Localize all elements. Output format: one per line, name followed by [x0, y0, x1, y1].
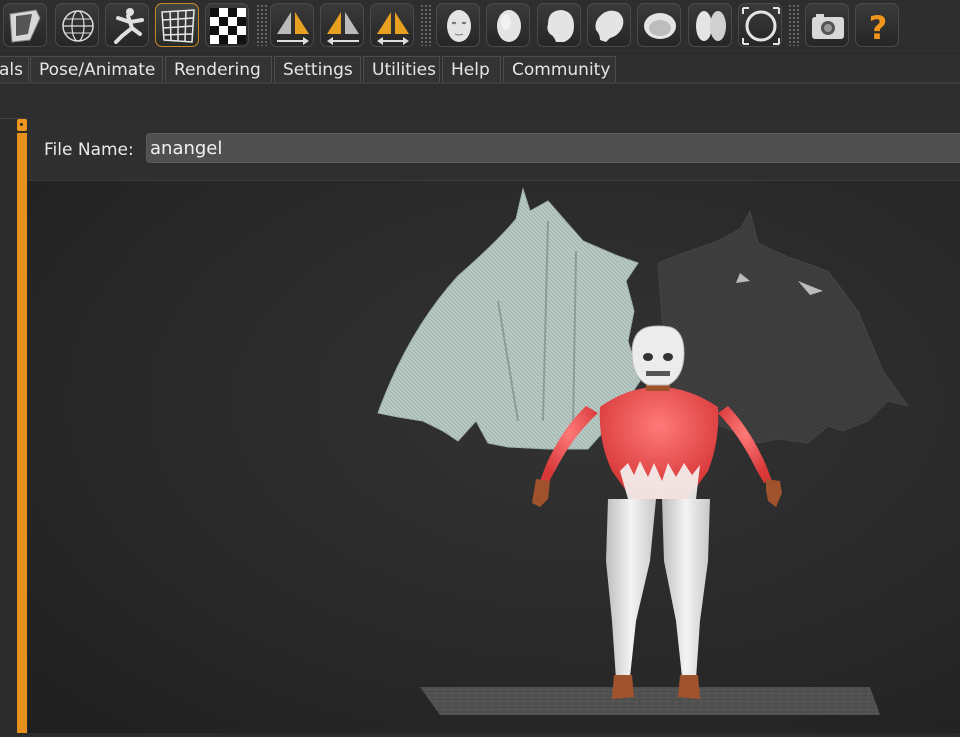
- menu-item-pose-animate[interactable]: Pose/Animate: [30, 56, 163, 82]
- toolbar-separator: [420, 4, 432, 46]
- panel-collapse-handle[interactable]: [17, 119, 27, 131]
- file-name-label: File Name:: [44, 140, 134, 160]
- wing-shape-icon: [9, 9, 41, 43]
- head-profile-button[interactable]: [587, 3, 631, 47]
- head-back-button[interactable]: [688, 3, 732, 47]
- camera-button[interactable]: [805, 3, 849, 47]
- fit-view-icon: [742, 7, 780, 45]
- wing-shape-button[interactable]: [3, 3, 47, 47]
- checkerboard-button[interactable]: [205, 3, 249, 47]
- head-front-button[interactable]: [486, 3, 530, 47]
- face-front-icon: [447, 10, 471, 42]
- menu-bar: als Pose/Animate Rendering Settings Util…: [0, 55, 960, 82]
- menu-item-community[interactable]: Community: [503, 56, 616, 82]
- mirror-both-icon: [377, 12, 409, 45]
- head-mask: [631, 325, 685, 386]
- left-hand: [532, 479, 550, 507]
- help-button[interactable]: ?: [855, 3, 899, 47]
- face-front-button[interactable]: [436, 3, 480, 47]
- left-foot: [612, 675, 634, 699]
- svg-text:?: ?: [869, 9, 888, 47]
- checkerboard-icon: [210, 8, 246, 44]
- head-tilt-button[interactable]: [637, 3, 681, 47]
- mirror-left-button[interactable]: [320, 3, 364, 47]
- menu-item-rendering[interactable]: Rendering: [165, 56, 272, 82]
- camera-icon: [812, 14, 844, 39]
- toolbar-separator: [788, 4, 800, 46]
- wireframe-sphere-icon: [62, 10, 94, 42]
- wireframe-sphere-button[interactable]: [55, 3, 99, 47]
- menu-item-help[interactable]: Help: [442, 56, 501, 82]
- mirror-right-button[interactable]: [270, 3, 314, 47]
- uv-grid-button[interactable]: [155, 3, 199, 47]
- 3d-viewport[interactable]: [28, 181, 960, 733]
- viewport-scene: [377, 187, 910, 715]
- right-foot: [678, 675, 700, 699]
- menu-item-materials[interactable]: als: [0, 56, 29, 82]
- right-leg: [662, 499, 710, 679]
- head-three-quarter-button[interactable]: [537, 3, 581, 47]
- floor-grid: [420, 687, 880, 715]
- head-back-icon: [696, 11, 726, 41]
- main-toolbar: ?: [0, 0, 960, 52]
- fit-view-button[interactable]: [738, 3, 782, 47]
- file-name-field[interactable]: anangel: [146, 133, 960, 163]
- mirror-right-icon: [277, 12, 309, 45]
- head-profile-icon: [595, 10, 624, 42]
- head-three-quarter-icon: [547, 10, 574, 42]
- sub-toolbar-strip: [0, 84, 960, 119]
- menu-item-utilities[interactable]: Utilities: [363, 56, 440, 82]
- menu-item-settings[interactable]: Settings: [274, 56, 361, 82]
- file-name-row: File Name: anangel: [28, 118, 960, 181]
- running-figure-icon: [114, 8, 144, 44]
- toolbar-separator: [256, 4, 268, 46]
- mirror-left-icon: [327, 12, 359, 45]
- side-panel-splitter[interactable]: [17, 133, 27, 733]
- left-leg: [606, 499, 656, 679]
- pose-figure-button[interactable]: [105, 3, 149, 47]
- help-icon: ?: [869, 9, 888, 47]
- head-tilt-icon: [644, 13, 676, 39]
- head-front-icon: [497, 10, 521, 42]
- right-hand: [766, 479, 782, 507]
- uv-grid-icon: [161, 9, 195, 43]
- mirror-both-button[interactable]: [370, 3, 414, 47]
